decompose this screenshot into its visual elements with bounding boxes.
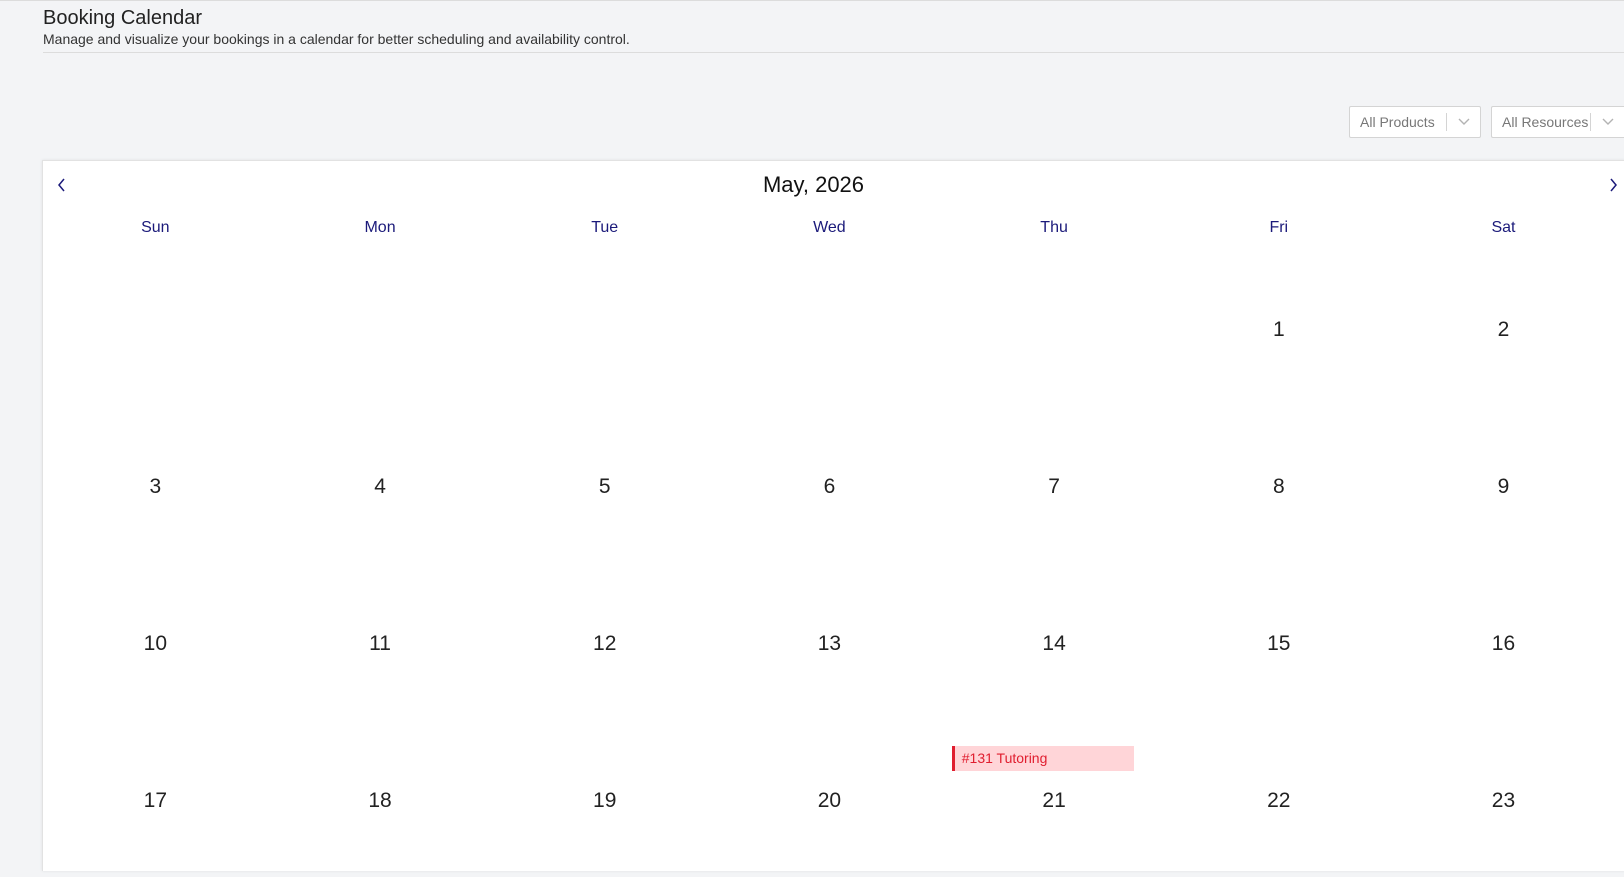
- day-number: 5: [598, 475, 611, 498]
- weekday-label: Thu: [1040, 219, 1068, 236]
- products-filter-value: All Products: [1360, 114, 1435, 130]
- weekday-label: Wed: [813, 219, 846, 236]
- calendar-day[interactable]: 12: [492, 563, 717, 720]
- calendar-week: 10 11 12 13 14 15 16: [43, 563, 1617, 720]
- header-divider: [43, 52, 1624, 53]
- day-number: 21: [1042, 789, 1066, 812]
- day-number: 12: [593, 632, 617, 655]
- weekday-header-row: Sun Mon Tue Wed Thu Fri Sat: [43, 219, 1617, 237]
- day-number: 20: [817, 789, 842, 812]
- weekday-label: Fri: [1269, 219, 1289, 236]
- calendar-day[interactable]: 9: [1391, 406, 1616, 563]
- weekday-label: Mon: [364, 219, 396, 236]
- weekday-label: Sun: [141, 219, 170, 236]
- calendar-day[interactable]: 13: [717, 563, 942, 720]
- filter-bar: All Products All Resources: [1349, 106, 1624, 138]
- day-number: 7: [1048, 475, 1060, 498]
- top-border: [0, 0, 1624, 1]
- resources-filter-value: All Resources: [1502, 114, 1589, 130]
- page-header: Booking Calendar Manage and visualize yo…: [43, 6, 1624, 48]
- day-number: 6: [823, 475, 836, 498]
- day-number: 9: [1497, 475, 1510, 498]
- calendar-day[interactable]: 1: [1166, 249, 1391, 406]
- calendar-day[interactable]: 19: [492, 720, 717, 877]
- day-number: 3: [149, 475, 162, 498]
- calendar-week: 17 18 19 20 #131 Tutoring 21 22 23: [43, 720, 1617, 877]
- next-month-button[interactable]: [1603, 175, 1623, 195]
- day-number: 2: [1497, 318, 1510, 341]
- calendar-day-empty: [717, 249, 942, 406]
- day-number: 15: [1267, 632, 1291, 655]
- day-number: 14: [1042, 632, 1066, 655]
- calendar-day[interactable]: 3: [43, 406, 268, 563]
- day-number: 10: [143, 632, 168, 655]
- day-number: 1: [1272, 318, 1285, 341]
- day-number: 8: [1272, 475, 1285, 498]
- month-title: May, 2026: [762, 172, 865, 197]
- calendar-day[interactable]: #131 Tutoring 21: [942, 720, 1167, 877]
- day-number: 18: [368, 789, 392, 812]
- chevron-down-icon[interactable]: [1447, 118, 1480, 126]
- weekday-label: Tue: [591, 219, 619, 236]
- calendar-day[interactable]: 7: [942, 406, 1167, 563]
- booking-calendar: May, 2026 Sun Mon Tue Wed Thu Fri Sat 1 …: [42, 160, 1624, 871]
- day-number: 13: [817, 632, 842, 655]
- day-number: 11: [369, 632, 391, 655]
- calendar-day[interactable]: 18: [268, 720, 493, 877]
- chevron-down-icon[interactable]: [1591, 118, 1624, 126]
- calendar-day-empty: [942, 249, 1167, 406]
- day-number: 16: [1491, 632, 1516, 655]
- calendar-day-empty: [268, 249, 493, 406]
- calendar-grid: 1 2 3 4 5 6 7 8 9 10 11 12 13 14 15 16 1…: [43, 249, 1617, 877]
- chevron-right-icon: [1609, 178, 1617, 192]
- day-number: 23: [1491, 789, 1516, 812]
- resources-filter-select[interactable]: All Resources: [1491, 106, 1624, 138]
- day-number: 4: [374, 475, 386, 498]
- calendar-day[interactable]: 14: [942, 563, 1167, 720]
- calendar-day[interactable]: 4: [268, 406, 493, 563]
- booking-event[interactable]: #131 Tutoring: [951, 746, 1134, 771]
- calendar-day[interactable]: 15: [1166, 563, 1391, 720]
- calendar-day[interactable]: 5: [492, 406, 717, 563]
- calendar-day[interactable]: 2: [1391, 249, 1616, 406]
- calendar-day[interactable]: 22: [1166, 720, 1391, 877]
- calendar-week: 1 2: [43, 249, 1617, 406]
- calendar-day-empty: [43, 249, 268, 406]
- calendar-day[interactable]: 6: [717, 406, 942, 563]
- calendar-day[interactable]: 17: [43, 720, 268, 877]
- calendar-week: 3 4 5 6 7 8 9: [43, 406, 1617, 563]
- calendar-day[interactable]: 11: [268, 563, 493, 720]
- calendar-day[interactable]: 23: [1391, 720, 1616, 877]
- day-number: 22: [1267, 789, 1291, 812]
- products-filter-select[interactable]: All Products: [1349, 106, 1481, 138]
- weekday-label: Sat: [1491, 219, 1516, 236]
- calendar-day-empty: [492, 249, 717, 406]
- day-number: 19: [593, 789, 617, 812]
- page-title: Booking Calendar: [43, 7, 202, 29]
- page-subtitle: Manage and visualize your bookings in a …: [43, 31, 630, 47]
- calendar-day[interactable]: 8: [1166, 406, 1391, 563]
- calendar-day[interactable]: 10: [43, 563, 268, 720]
- calendar-day[interactable]: 16: [1391, 563, 1616, 720]
- calendar-day[interactable]: 20: [717, 720, 942, 877]
- day-number: 17: [143, 789, 168, 812]
